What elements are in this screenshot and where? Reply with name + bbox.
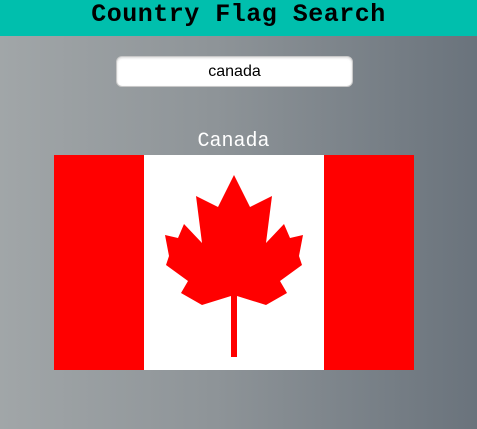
country-flag-image (54, 155, 414, 370)
canada-flag-icon (54, 155, 414, 370)
page-title: Country Flag Search (91, 0, 386, 29)
app-header: Country Flag Search (0, 0, 477, 36)
flag-right-band (324, 155, 414, 370)
country-name: Canada (197, 130, 270, 153)
search-input[interactable] (116, 56, 353, 87)
flag-left-band (54, 155, 144, 370)
